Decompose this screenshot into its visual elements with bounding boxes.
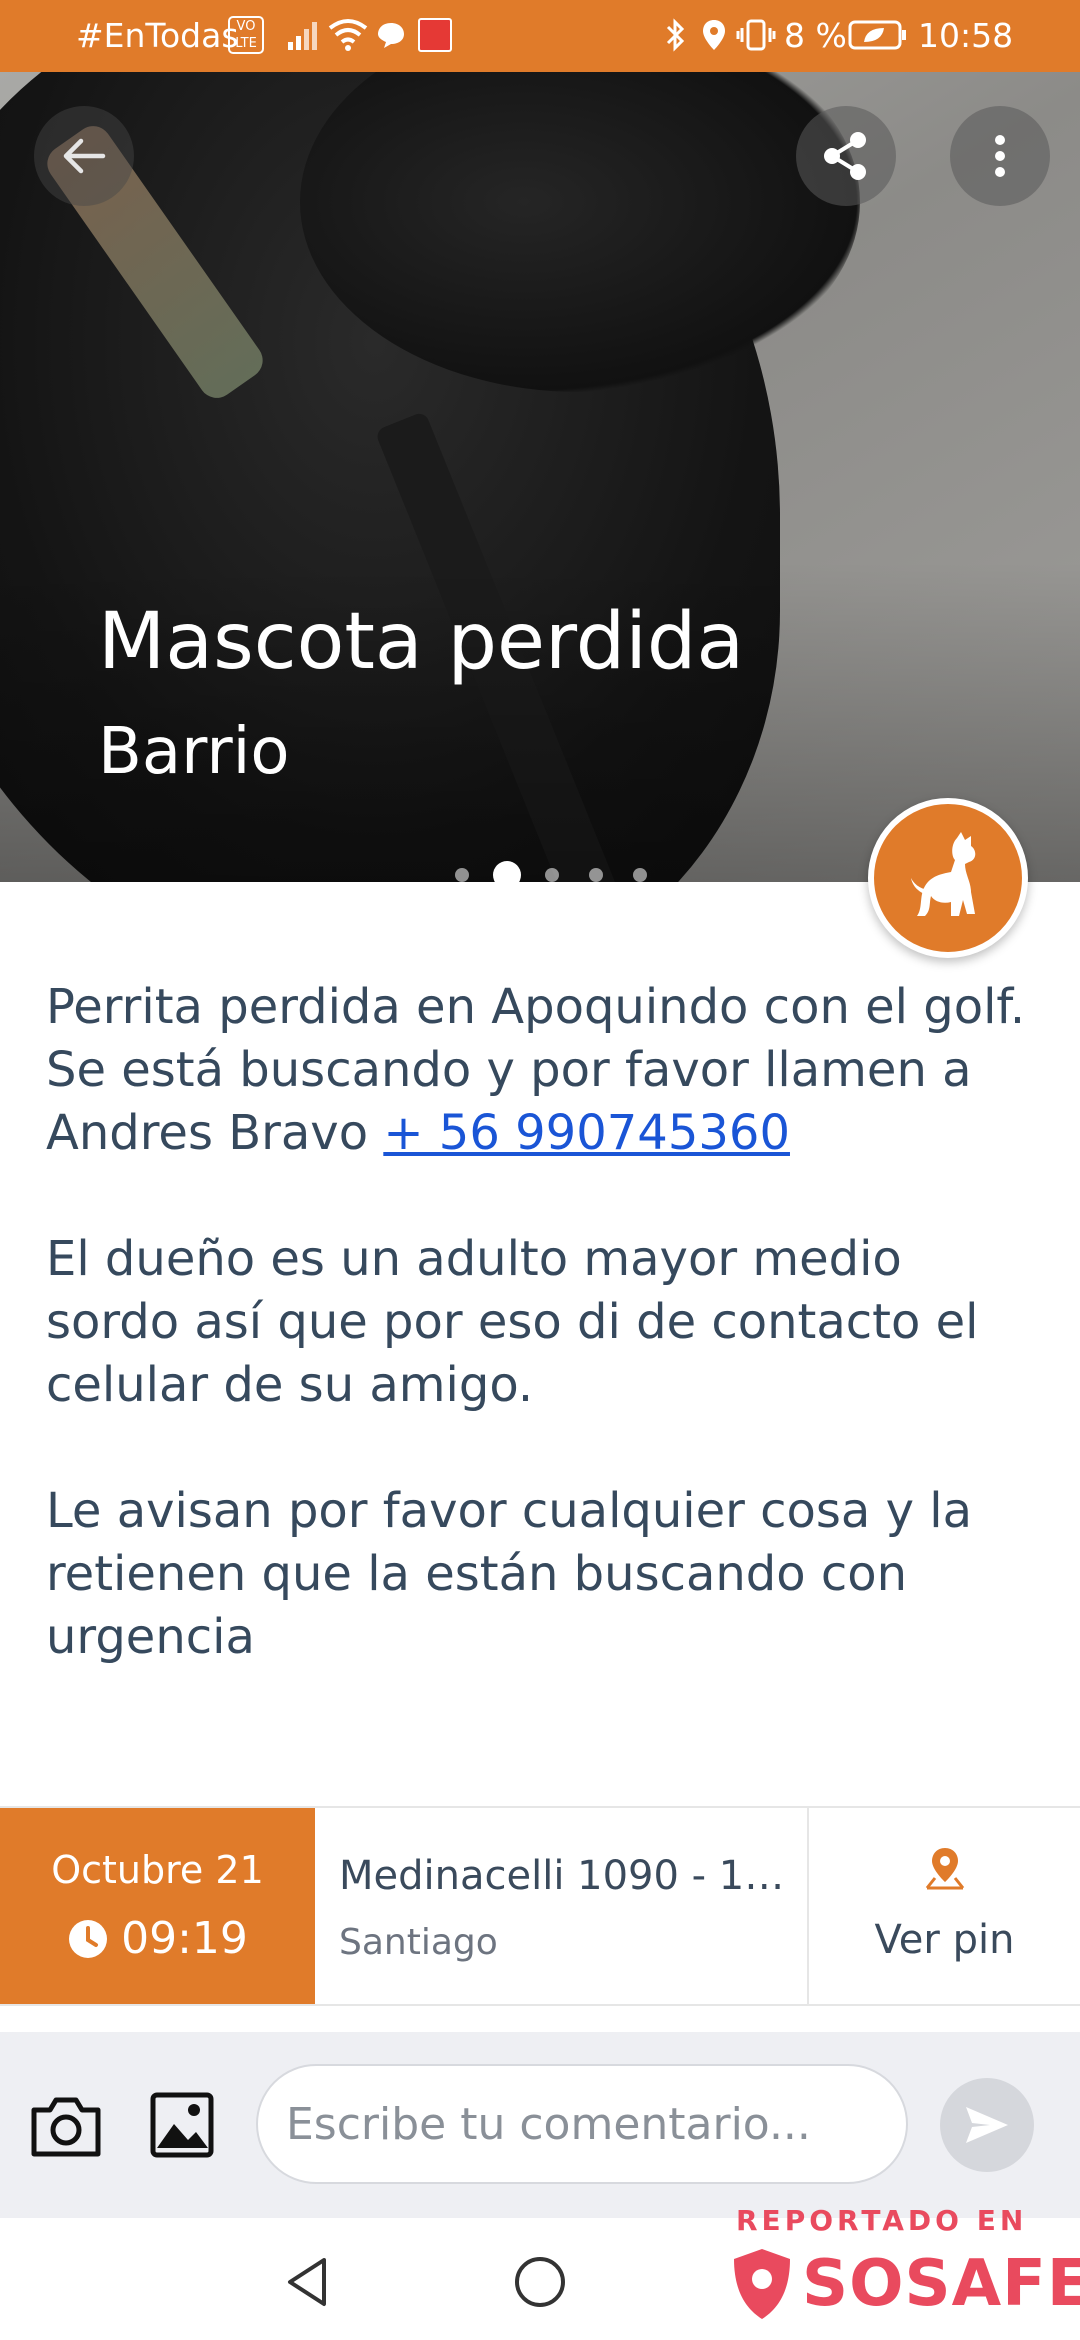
status-bar: #EnTodas VO LTE 8 % 10:58 <box>0 0 1080 72</box>
back-button[interactable] <box>34 106 134 206</box>
hero-image[interactable]: Mascota perdida Barrio <box>0 72 1080 882</box>
camera-icon <box>31 2097 101 2157</box>
carrier-label: #EnTodas <box>76 16 239 55</box>
post-time: 09:19 <box>121 1913 248 1964</box>
vibrate-icon <box>736 19 776 51</box>
status-time: 10:58 <box>918 16 1014 55</box>
post-address: Medinacelli 1090 - 1100 <box>339 1853 789 1899</box>
notification-app-icon <box>418 18 452 52</box>
comment-bar <box>0 2032 1080 2218</box>
post-scope-subtitle: Barrio <box>98 715 290 789</box>
nav-back-button[interactable] <box>280 2254 336 2310</box>
gallery-button[interactable] <box>148 2090 216 2160</box>
phone-link[interactable]: + 56 990745360 <box>383 1105 790 1161</box>
signal-icon <box>288 22 317 50</box>
bluetooth-icon <box>666 18 685 52</box>
post-date: Octubre 21 <box>51 1848 264 1892</box>
map-pin-icon <box>925 1848 965 1890</box>
image-gallery-icon <box>150 2092 214 2158</box>
chat-bubble-icon <box>378 23 404 48</box>
post-city: Santiago <box>339 1922 498 1963</box>
triangle-back-icon <box>288 2258 326 2306</box>
circle-home-icon <box>515 2257 565 2307</box>
post-time-row: 09:19 <box>0 1912 315 1966</box>
back-arrow-icon <box>63 138 106 174</box>
description-paragraph-1: Perrita perdida en Apoquindo con el golf… <box>46 976 1046 1165</box>
share-button[interactable] <box>796 106 896 206</box>
carousel-dot[interactable] <box>545 868 559 882</box>
location-icon <box>703 20 725 50</box>
post-description: Perrita perdida en Apoquindo con el golf… <box>46 976 1046 1732</box>
carousel-dot[interactable] <box>493 861 521 882</box>
more-options-button[interactable] <box>950 106 1050 206</box>
description-paragraph-2: El dueño es un adulto mayor medio sordo … <box>46 1231 979 1413</box>
camera-button[interactable] <box>28 2092 104 2162</box>
battery-percent: 8 % <box>784 16 847 55</box>
post-category-title: Mascota perdida <box>98 597 745 687</box>
carousel-dot[interactable] <box>589 868 603 882</box>
comment-input[interactable] <box>256 2064 908 2184</box>
volte-badge-bottom: LTE <box>235 36 257 51</box>
post-info-bar: Octubre 21 09:19 Medinacelli 1090 - 1100… <box>0 1806 1080 2006</box>
share-icon <box>824 132 866 180</box>
volte-badge: VO LTE <box>228 16 264 54</box>
watermark-brand: SOSAFE <box>802 2247 1080 2321</box>
category-badge <box>868 798 1028 958</box>
carousel-indicator[interactable] <box>440 860 662 882</box>
watermark-caption: REPORTADO EN <box>736 2204 1028 2237</box>
view-pin-button[interactable]: Ver pin <box>809 1808 1080 2004</box>
wifi-icon <box>328 19 368 51</box>
volte-badge-top: VO <box>236 19 256 34</box>
send-comment-button[interactable] <box>940 2078 1034 2172</box>
battery-icon <box>848 20 906 50</box>
address-box[interactable]: Medinacelli 1090 - 1100 Santiago <box>317 1808 809 2004</box>
description-paragraph-3: Le avisan por favor cualquier cosa y la … <box>46 1483 973 1665</box>
view-pin-label: Ver pin <box>874 1917 1015 1963</box>
nav-home-button[interactable] <box>512 2254 568 2310</box>
send-icon <box>966 2107 1008 2143</box>
carousel-dot[interactable] <box>633 868 647 882</box>
watermark-logo: SOSAFE <box>730 2244 1080 2324</box>
carousel-dot[interactable] <box>455 868 469 882</box>
clock-icon <box>69 1920 108 1958</box>
more-vertical-icon <box>995 135 1005 177</box>
date-time-box: Octubre 21 09:19 <box>0 1808 315 2004</box>
shield-logo-icon <box>734 2249 790 2319</box>
dog-icon <box>911 832 976 916</box>
